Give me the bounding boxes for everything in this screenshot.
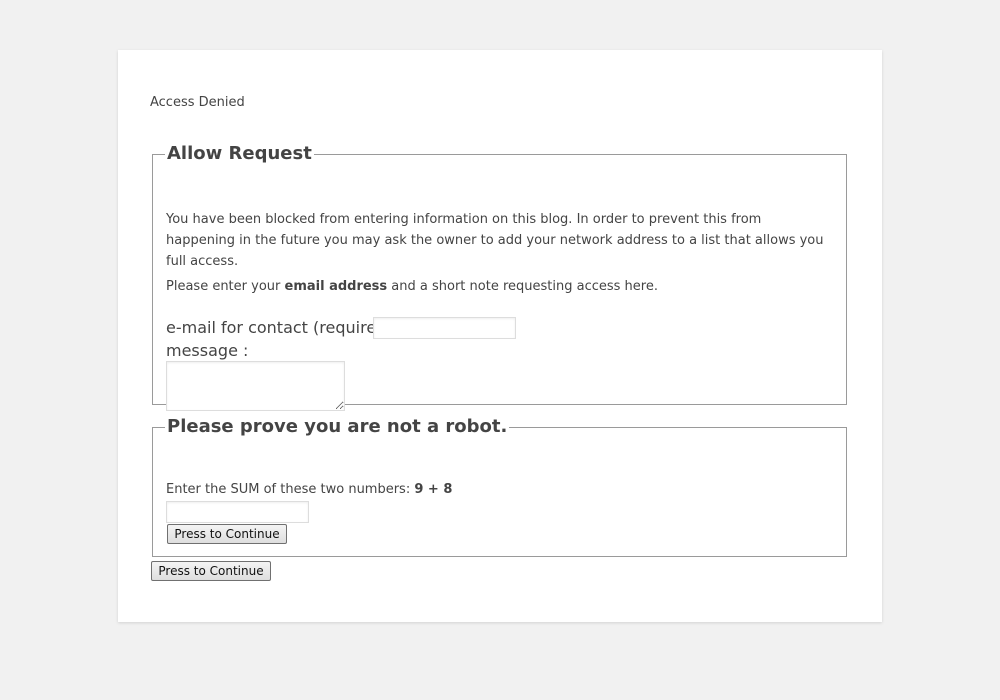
access-denied-card: Access Denied Allow Request You have bee…	[118, 50, 882, 622]
captcha-continue-button[interactable]: Press to Continue	[167, 524, 287, 544]
allow-request-fieldset: Allow Request You have been blocked from…	[152, 143, 847, 411]
instruction-text: Please enter your email address and a sh…	[166, 276, 826, 297]
message-label: message :	[166, 341, 249, 360]
email-field[interactable]	[373, 317, 516, 339]
instruction-prefix: Please enter your	[166, 279, 285, 294]
allow-request-legend: Allow Request	[167, 143, 312, 164]
intro-text: You have been blocked from entering info…	[166, 212, 824, 269]
page-heading: Access Denied	[150, 95, 245, 110]
captcha-prompt-text: Enter the SUM of these two numbers:	[166, 482, 415, 497]
captcha-legend: Please prove you are not a robot.	[167, 416, 508, 437]
captcha-prompt: Enter the SUM of these two numbers: 9 + …	[166, 482, 452, 497]
captcha-fieldset: Please prove you are not a robot. Enter …	[152, 417, 847, 557]
instruction-suffix: and a short note requesting access here.	[387, 279, 658, 294]
email-label: e-mail for contact (required):	[166, 318, 398, 337]
captcha-answer-input[interactable]	[166, 501, 309, 523]
captcha-numbers: 9 + 8	[414, 482, 453, 497]
continue-button[interactable]: Press to Continue	[151, 561, 271, 581]
instruction-bold: email address	[284, 279, 388, 294]
message-textarea[interactable]	[166, 361, 345, 411]
